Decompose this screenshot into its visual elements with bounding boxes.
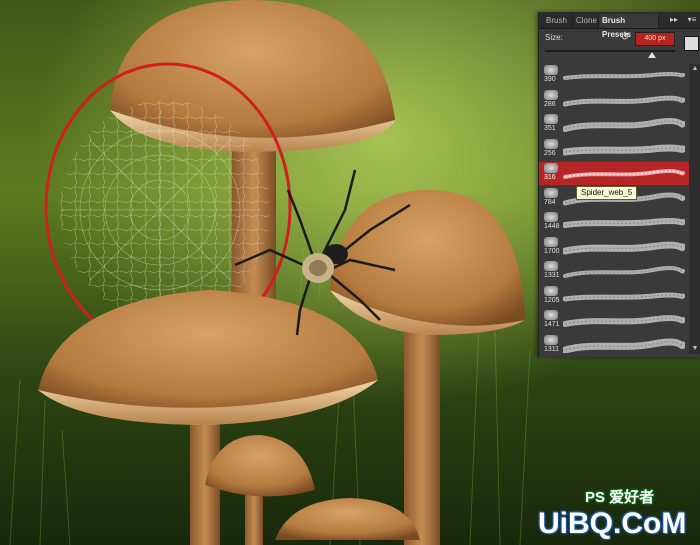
brush-stroke-preview	[563, 338, 685, 353]
preset-row[interactable]: 1331	[539, 260, 689, 283]
preset-row[interactable]: 351	[539, 113, 689, 136]
preset-size-label: 1700	[544, 247, 560, 255]
brush-stroke-preview	[563, 218, 685, 228]
preset-size-label: 390	[544, 76, 556, 83]
preset-row[interactable]: 256	[539, 138, 689, 161]
expand-arrows-icon[interactable]: ▸▸	[667, 13, 681, 27]
preset-size-label: 1331	[544, 272, 560, 279]
preset-row[interactable]: 1700	[539, 236, 689, 259]
brush-stroke-preview	[563, 95, 685, 106]
preset-size-label: 1448	[544, 223, 560, 230]
brush-stroke-preview	[563, 72, 685, 80]
preset-size-label: 316	[544, 174, 556, 181]
size-input[interactable]: 400 px	[635, 32, 675, 46]
preset-thumbnail-icon	[544, 261, 558, 271]
panel-tabs: Brush Clone Brush Presets ▸▸ ▾≡	[539, 12, 700, 39]
preset-thumbnail-icon	[544, 89, 558, 100]
brush-presets-panel: Brush Clone Brush Presets ▸▸ ▾≡ Size: ↺ …	[538, 12, 700, 357]
preset-thumbnail-icon	[544, 310, 558, 320]
preset-thumbnail-icon	[544, 138, 558, 149]
create-new-preset-icon[interactable]	[684, 36, 699, 51]
preset-size-label: 286	[544, 100, 556, 108]
brush-stroke-preview	[563, 118, 685, 132]
preset-thumbnail-icon	[544, 334, 558, 345]
tooltip: Spider_web_5	[576, 186, 638, 200]
preset-row[interactable]: 390	[539, 64, 689, 87]
scrollbar[interactable]: ▲ ▼	[689, 64, 700, 354]
tab-clone[interactable]: Clone	[573, 14, 599, 28]
preset-thumbnail-icon	[544, 163, 558, 173]
preset-row[interactable]: 1448	[539, 211, 689, 234]
brush-stroke-preview	[563, 169, 685, 179]
brush-stroke-preview	[563, 292, 685, 301]
preset-size-label: 256	[544, 149, 556, 157]
size-label: Size:	[545, 33, 563, 42]
preset-row[interactable]: 1471	[539, 309, 689, 332]
size-row: Size: ↺ 400 px	[539, 29, 700, 58]
preset-thumbnail-icon	[544, 187, 558, 198]
reset-icon[interactable]: ↺	[619, 32, 631, 44]
slider-thumb[interactable]	[647, 52, 656, 58]
brush-stroke-preview	[563, 266, 685, 278]
preset-row[interactable]: 316	[539, 162, 689, 185]
tab-brush-presets[interactable]: Brush Presets	[599, 14, 659, 39]
preset-thumbnail-icon	[544, 212, 558, 222]
preset-row[interactable]: 1205	[539, 285, 689, 308]
brush-stroke-preview	[563, 241, 685, 254]
preset-size-label: 784	[544, 198, 556, 206]
watermark-logo: UiBQ.CoM	[538, 507, 687, 540]
preset-row[interactable]: 286	[539, 89, 689, 112]
preset-thumbnail-icon	[544, 114, 558, 124]
preset-thumbnail-icon	[544, 285, 558, 296]
preset-size-label: 1311	[544, 345, 560, 353]
scroll-down-icon[interactable]: ▼	[689, 344, 700, 354]
scroll-up-icon[interactable]: ▲	[689, 64, 700, 74]
preset-size-label: 351	[544, 125, 556, 132]
tab-brush[interactable]: Brush	[543, 14, 573, 28]
preset-thumbnail-icon	[544, 236, 558, 247]
preset-row[interactable]: 1311	[539, 334, 689, 357]
panel-menu-icon[interactable]: ▾≡	[685, 13, 699, 27]
preset-size-label: 1205	[544, 296, 560, 304]
brush-stroke-preview	[563, 315, 685, 327]
preset-thumbnail-icon	[544, 65, 558, 75]
preset-size-label: 1471	[544, 321, 560, 328]
brush-stroke-preview	[563, 144, 685, 155]
watermark-sub: PS 爱好者	[585, 489, 655, 506]
